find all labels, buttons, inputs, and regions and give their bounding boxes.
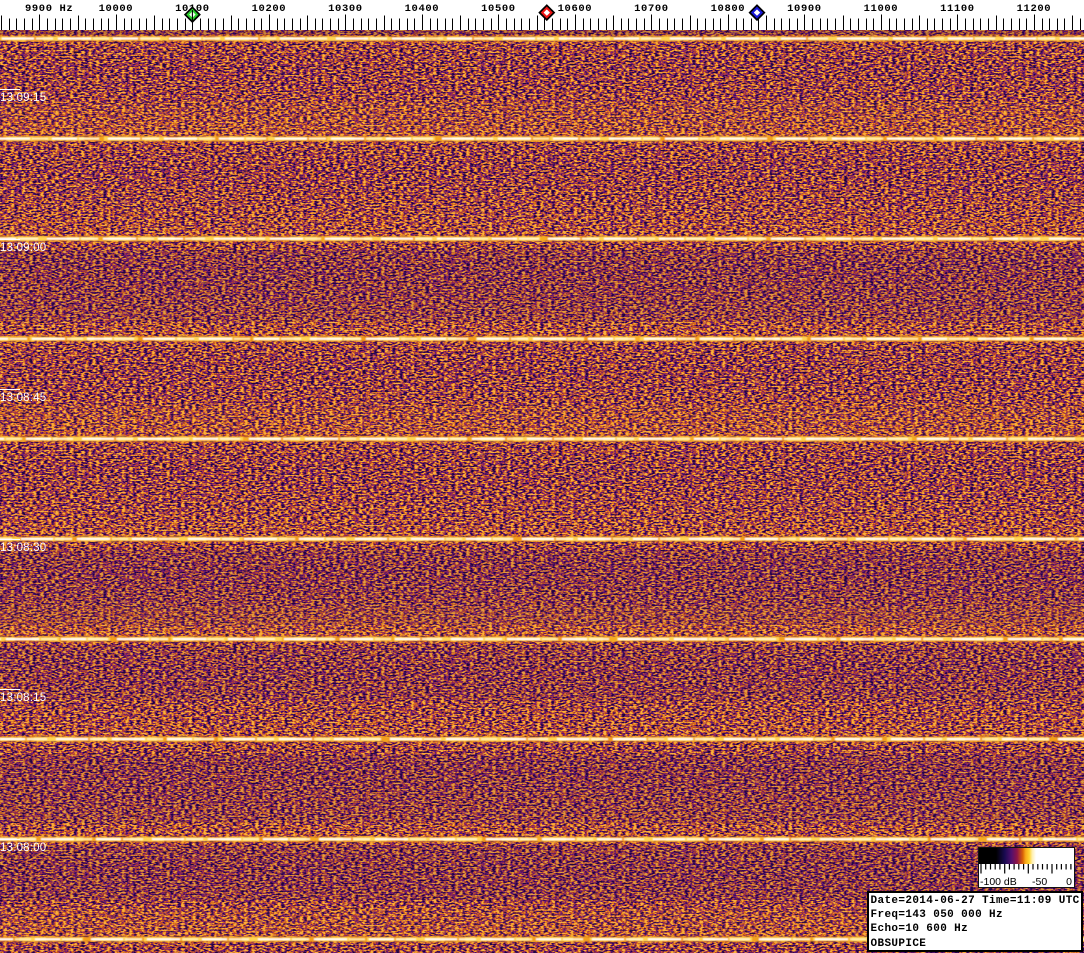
svg-text:11100: 11100 (940, 3, 975, 15)
svg-text:10800: 10800 (711, 3, 746, 15)
svg-text:11000: 11000 (864, 3, 899, 15)
svg-text:10000: 10000 (99, 3, 134, 15)
svg-text:10500: 10500 (481, 3, 516, 15)
svg-text:10600: 10600 (558, 3, 593, 15)
svg-text:-100 dB: -100 dB (980, 876, 1017, 887)
svg-text:10400: 10400 (405, 3, 440, 15)
svg-text:0: 0 (1066, 876, 1072, 887)
svg-text:10700: 10700 (634, 3, 669, 15)
svg-text:10900: 10900 (787, 3, 822, 15)
svg-text:10300: 10300 (328, 3, 363, 15)
svg-text:11200: 11200 (1017, 3, 1052, 15)
svg-text:-50: -50 (1032, 876, 1047, 887)
svg-text:9900 Hz: 9900 Hz (25, 3, 73, 15)
svg-text:10200: 10200 (252, 3, 287, 15)
